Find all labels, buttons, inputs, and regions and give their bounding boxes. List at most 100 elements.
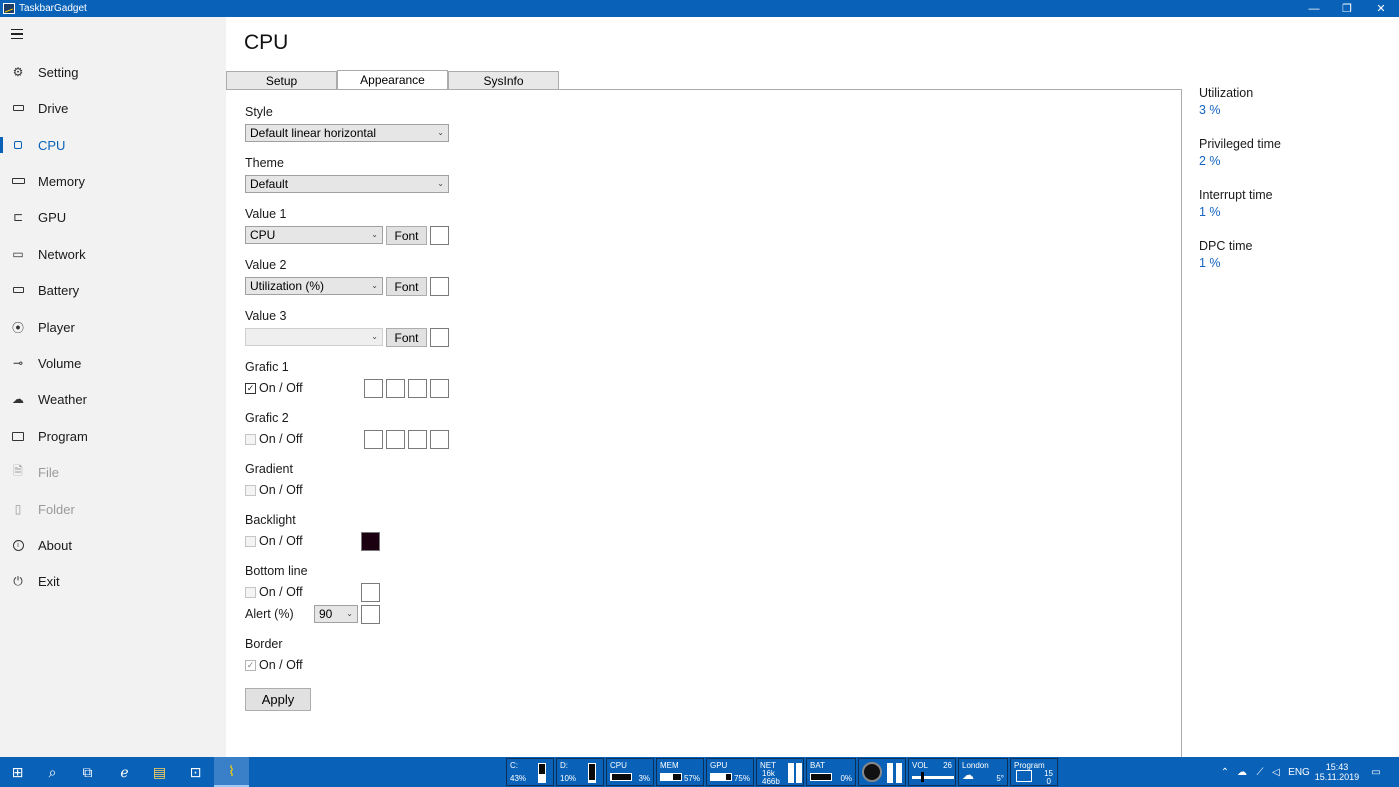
sidebar-item-drive[interactable]: Drive: [0, 93, 226, 123]
gadget-memory[interactable]: MEM 57%: [656, 758, 704, 786]
gadget-drive-c[interactable]: C: 43%: [506, 758, 554, 786]
checkbox-unchecked-icon[interactable]: [245, 484, 256, 496]
grafic2-color-swatch-2[interactable]: [386, 430, 405, 449]
gadget-drive-d[interactable]: D: 10%: [556, 758, 604, 786]
theme-select[interactable]: Default ⌄: [245, 175, 449, 193]
file-explorer-icon[interactable]: ▤: [142, 757, 177, 787]
sidebar-item-exit[interactable]: ⏻ Exit: [0, 566, 226, 596]
value1-font-button[interactable]: Font: [386, 226, 427, 245]
border-label: Border: [245, 637, 283, 651]
notification-icon[interactable]: ▭: [1366, 757, 1386, 787]
sidebar-item-folder[interactable]: ▯ Folder: [0, 494, 226, 524]
restore-button[interactable]: ❐: [1330, 0, 1364, 17]
backlight-toggle[interactable]: On / Off: [245, 533, 303, 549]
info-privileged-value: 2 %: [1199, 154, 1221, 168]
sidebar-item-volume[interactable]: ⊸ Volume: [0, 348, 226, 378]
tab-sysinfo[interactable]: SysInfo: [448, 71, 559, 90]
grafic2-color-swatch-1[interactable]: [364, 430, 383, 449]
value2-label: Value 2: [245, 258, 287, 272]
pause-icon: [887, 763, 893, 783]
gadget-cpu[interactable]: CPU 3%: [606, 758, 654, 786]
task-view-icon[interactable]: ⧉: [70, 757, 105, 787]
sidebar-item-network[interactable]: ▭ Network: [0, 239, 226, 269]
checkbox-unchecked-icon[interactable]: [245, 433, 256, 445]
gadget-network[interactable]: NET 16k 466b: [756, 758, 804, 786]
sidebar-item-about[interactable]: i About: [0, 530, 226, 560]
search-icon[interactable]: ⌕: [35, 757, 70, 787]
tab-setup[interactable]: Setup: [226, 71, 337, 90]
sidebar-item-setting[interactable]: ⚙ Setting: [0, 57, 226, 87]
gpu-icon: ⊏: [12, 210, 24, 224]
alert-color-swatch[interactable]: [361, 605, 380, 624]
checkbox-checked-icon[interactable]: ✓: [245, 382, 256, 394]
chevron-up-icon[interactable]: ⌃: [1218, 767, 1232, 778]
sidebar-item-program[interactable]: Program: [0, 421, 226, 451]
volume-slider-thumb[interactable]: [921, 772, 924, 782]
grafic1-color-swatch-4[interactable]: [430, 379, 449, 398]
gradient-toggle[interactable]: On / Off: [245, 482, 303, 498]
grafic1-color-swatch-1[interactable]: [364, 379, 383, 398]
apply-button[interactable]: Apply: [245, 688, 311, 711]
value3-font-button[interactable]: Font: [386, 328, 427, 347]
volume-slider[interactable]: [912, 776, 954, 779]
value3-color-swatch[interactable]: [430, 328, 449, 347]
grafic2-toggle[interactable]: On / Off: [245, 431, 303, 447]
chevron-down-icon: ⌄: [346, 609, 353, 618]
store-icon[interactable]: ⊡: [178, 757, 213, 787]
gadget-volume[interactable]: VOL 26: [908, 758, 956, 786]
edge-browser-icon[interactable]: ℯ: [107, 757, 142, 787]
grafic1-color-swatch-2[interactable]: [386, 379, 405, 398]
tab-appearance[interactable]: Appearance: [337, 70, 448, 90]
sidebar-item-memory[interactable]: Memory: [0, 166, 226, 196]
checkbox-checked-icon[interactable]: ✓: [245, 659, 256, 671]
speaker-icon[interactable]: ◁: [1268, 767, 1284, 778]
minimize-button[interactable]: —: [1297, 0, 1331, 17]
grafic2-color-swatch-3[interactable]: [408, 430, 427, 449]
hamburger-menu-icon[interactable]: [11, 29, 23, 39]
value3-select[interactable]: ⌄: [245, 328, 383, 346]
gadget-player[interactable]: [858, 758, 906, 786]
grafic1-toggle[interactable]: ✓ On / Off: [245, 380, 303, 396]
value2-color-swatch[interactable]: [430, 277, 449, 296]
value1-color-swatch[interactable]: [430, 226, 449, 245]
sidebar-item-gpu[interactable]: ⊏ GPU: [0, 202, 226, 232]
taskbar: ⊞ ⌕ ⧉ ℯ ▤ ⊡ ⌇ C: 43% D: 10% CPU 3% MEM 5…: [0, 757, 1399, 787]
sidebar-item-battery[interactable]: Battery: [0, 275, 226, 305]
value2-font-button[interactable]: Font: [386, 277, 427, 296]
power-icon: ⏻: [13, 573, 23, 588]
sidebar-item-weather[interactable]: ☁ Weather: [0, 384, 226, 414]
checkbox-unchecked-icon[interactable]: [245, 535, 256, 547]
weather-icon: ☁: [12, 392, 24, 406]
style-select[interactable]: Default linear horizontal ⌄: [245, 124, 449, 142]
cpu-bar: [610, 773, 632, 781]
taskbargadget-app-icon[interactable]: ⌇: [214, 757, 249, 787]
onedrive-cloud-icon[interactable]: ☁: [1232, 767, 1252, 778]
language-indicator[interactable]: ENG: [1284, 767, 1314, 778]
gadget-gpu[interactable]: GPU 75%: [706, 758, 754, 786]
value2-select[interactable]: Utilization (%) ⌄: [245, 277, 383, 295]
alert-select[interactable]: 90 ⌄: [314, 605, 358, 623]
backlight-color-swatch[interactable]: [361, 532, 380, 551]
gadget-weather[interactable]: London ☁ 5°: [958, 758, 1008, 786]
close-button[interactable]: ✕: [1364, 0, 1398, 17]
backlight-label: Backlight: [245, 513, 296, 527]
gear-icon: ⚙: [12, 65, 24, 79]
grafic1-label: Grafic 1: [245, 360, 289, 374]
sidebar-item-file[interactable]: 🗎 File: [0, 457, 226, 487]
windows-start-icon[interactable]: ⊞: [0, 757, 35, 787]
clock[interactable]: 15:43 15.11.2019: [1314, 757, 1360, 787]
gadget-program[interactable]: Program 15 0: [1010, 758, 1058, 786]
sidebar-item-player[interactable]: ⦿ Player: [0, 312, 226, 342]
network-wifi-icon[interactable]: ⟋: [1252, 767, 1268, 778]
grafic1-color-swatch-3[interactable]: [408, 379, 427, 398]
bottomline-color-swatch[interactable]: [361, 583, 380, 602]
gadget-battery[interactable]: BAT 0%: [806, 758, 856, 786]
value1-select[interactable]: CPU ⌄: [245, 226, 383, 244]
page-title: CPU: [244, 31, 289, 54]
grafic2-color-swatch-4[interactable]: [430, 430, 449, 449]
bottomline-toggle[interactable]: On / Off: [245, 584, 303, 600]
checkbox-unchecked-icon[interactable]: [245, 586, 256, 598]
border-toggle[interactable]: ✓ On / Off: [245, 657, 303, 673]
sidebar: ⚙ Setting Drive CPU Memory ⊏ GPU ▭ Netwo…: [0, 17, 226, 757]
sidebar-item-cpu[interactable]: CPU: [0, 130, 226, 160]
